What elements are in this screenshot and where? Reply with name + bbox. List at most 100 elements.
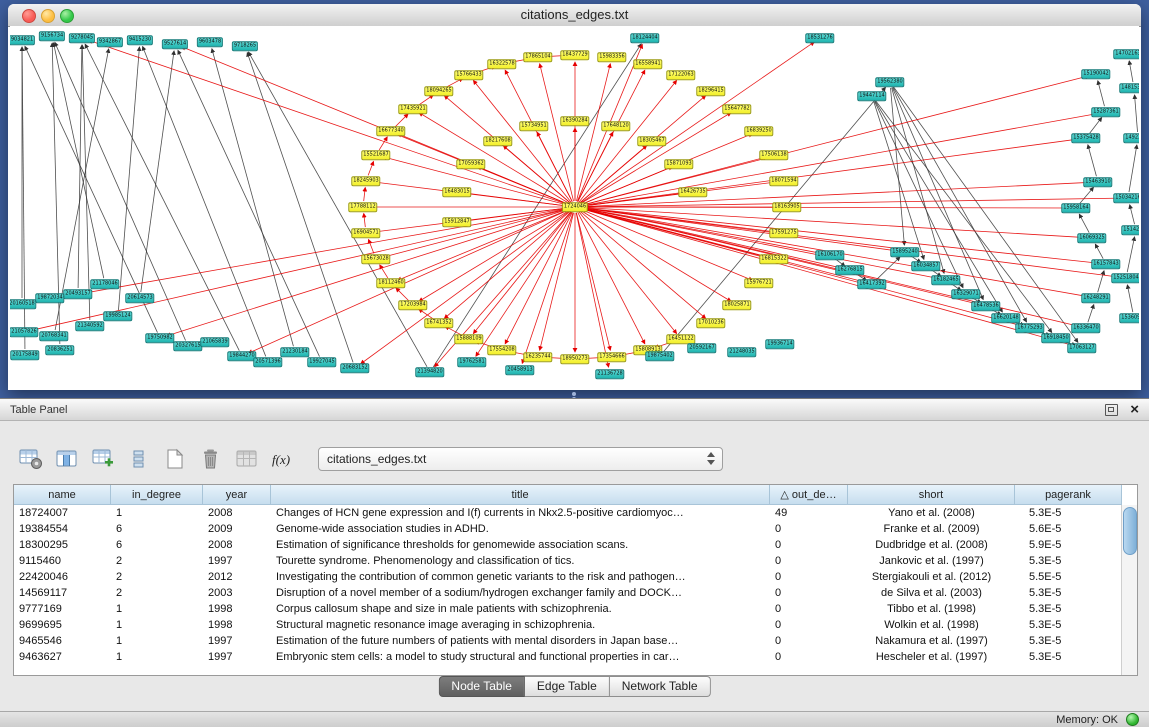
graph-node[interactable]: 17203984 xyxy=(398,300,427,310)
graph-node[interactable]: 16775293 xyxy=(1015,323,1044,333)
graph-node[interactable]: 16478536 xyxy=(971,301,1000,311)
graph-node[interactable]: 16322578 xyxy=(487,59,516,69)
graph-node[interactable]: 19985124 xyxy=(103,311,132,321)
graph-node[interactable]: 19562380 xyxy=(875,77,904,87)
graph-node[interactable]: 19875402 xyxy=(645,351,674,361)
graph-node[interactable]: 18950273 xyxy=(560,354,589,364)
column-header-short[interactable]: short xyxy=(848,485,1015,505)
table-scrollbar-thumb[interactable] xyxy=(1123,507,1137,555)
graph-node[interactable]: 17063127 xyxy=(1067,343,1096,353)
graph-node[interactable]: 19447114 xyxy=(857,91,886,101)
graph-node[interactable]: 16918450 xyxy=(1041,333,1070,343)
graph-node[interactable]: 15647782 xyxy=(722,104,751,114)
graph-node[interactable]: 18094265 xyxy=(424,86,453,96)
graph-node[interactable]: 18531276 xyxy=(805,33,834,43)
graph-node[interactable]: 16904571 xyxy=(351,228,380,238)
graph-node[interactable]: 20571396 xyxy=(253,357,282,367)
graph-node[interactable]: 15912847 xyxy=(442,217,471,227)
graph-node[interactable]: 20458913 xyxy=(505,365,534,375)
graph-node[interactable]: 15287361 xyxy=(1091,107,1120,117)
table-row[interactable]: 1872400712008Changes of HCN gene express… xyxy=(14,505,1137,521)
graph-node[interactable]: 16235744 xyxy=(523,352,552,362)
graph-node[interactable]: 16329071 xyxy=(951,289,980,299)
table-scrollbar[interactable] xyxy=(1121,505,1137,675)
graph-node[interactable]: 20160518 xyxy=(10,299,37,309)
graph-node[interactable]: 9603478 xyxy=(197,37,223,47)
table-row[interactable]: 1938455462009Genome-wide association stu… xyxy=(14,521,1137,537)
graph-node[interactable]: 9718265 xyxy=(232,41,258,51)
graph-node[interactable]: 16106170 xyxy=(815,250,844,260)
graph-node[interactable]: 21136728 xyxy=(595,369,624,379)
graph-node[interactable]: 9156734 xyxy=(39,31,65,41)
table-selector-dropdown[interactable]: citations_edges.txt xyxy=(318,447,723,471)
graph-node[interactable]: 19936714 xyxy=(765,339,794,349)
graph-node[interactable]: 9527614 xyxy=(162,39,188,49)
graph-node[interactable]: 21057826 xyxy=(10,327,39,337)
graph-node[interactable]: 20175849 xyxy=(10,350,39,360)
column-header-title[interactable]: title xyxy=(271,485,770,505)
graph-node[interactable]: 15673028 xyxy=(361,254,390,264)
graph-node[interactable]: 20683152 xyxy=(340,363,369,373)
graph-node[interactable]: 21394820 xyxy=(415,367,444,377)
graph-node[interactable]: 15034216 xyxy=(1113,193,1139,203)
graph-node[interactable]: 17554208 xyxy=(487,345,516,355)
graph-node[interactable]: 16390284 xyxy=(560,116,589,126)
graph-node[interactable]: 20493157 xyxy=(63,289,92,299)
graph-node[interactable]: 17122063 xyxy=(666,70,695,80)
graph-node[interactable]: 16276815 xyxy=(835,265,864,275)
network-canvas[interactable]: 1724046181639051759127516815322159767211… xyxy=(10,26,1139,388)
graph-node[interactable]: 21248035 xyxy=(727,347,756,357)
graph-node[interactable]: 21178046 xyxy=(90,279,119,289)
table-row[interactable]: 969969511998Structural magnetic resonanc… xyxy=(14,617,1137,633)
graph-node[interactable]: 16248291 xyxy=(1081,293,1110,303)
graph-node[interactable]: 15375428 xyxy=(1071,133,1100,143)
graph-node[interactable]: 9415230 xyxy=(127,35,153,45)
table-settings-icon[interactable] xyxy=(18,447,44,471)
graph-node[interactable]: 17506138 xyxy=(759,150,788,160)
graph-node[interactable]: 21340592 xyxy=(75,321,104,331)
table-row[interactable]: 1830029562008Estimation of significance … xyxy=(14,537,1137,553)
show-columns-icon[interactable] xyxy=(54,447,80,471)
graph-node[interactable]: 18163905 xyxy=(772,202,801,212)
graph-node[interactable]: 15463910 xyxy=(1083,177,1112,187)
graph-node[interactable]: 15734951 xyxy=(519,121,548,131)
graph-node[interactable]: 17059362 xyxy=(456,159,485,169)
graph-node[interactable]: 18296415 xyxy=(696,86,725,96)
graph-node[interactable]: 16677340 xyxy=(376,126,405,136)
splitter-grip[interactable] xyxy=(572,392,576,396)
tab-node-table[interactable]: Node Table xyxy=(438,676,525,697)
graph-node[interactable]: 17648120 xyxy=(601,121,630,131)
merge-table-icon[interactable] xyxy=(234,447,260,471)
graph-node[interactable]: 19872034 xyxy=(35,293,64,303)
column-header-year[interactable]: year xyxy=(203,485,271,505)
graph-node[interactable]: 17865104 xyxy=(523,52,552,62)
import-table-icon[interactable] xyxy=(90,447,116,471)
graph-node[interactable]: 16069325 xyxy=(1077,233,1106,243)
graph-node[interactable]: 20836251 xyxy=(45,345,74,355)
table-row[interactable]: 946362711997Embryonic stem cells: a mode… xyxy=(14,649,1137,665)
graph-node[interactable]: 16483015 xyxy=(442,187,471,197)
graph-node[interactable]: 20592167 xyxy=(687,343,716,353)
graph-node[interactable]: 18437729 xyxy=(560,50,589,60)
table-row[interactable]: 946554611997Estimation of the future num… xyxy=(14,633,1137,649)
graph-node[interactable]: 14702163 xyxy=(1113,49,1139,59)
graph-node[interactable]: 16839250 xyxy=(744,126,773,136)
column-header-pagerank[interactable]: pagerank xyxy=(1015,485,1122,505)
tab-edge-table[interactable]: Edge Table xyxy=(525,676,610,697)
graph-node[interactable]: 15958164 xyxy=(1061,203,1090,213)
graph-node[interactable]: 17591275 xyxy=(769,228,798,238)
tab-network-table[interactable]: Network Table xyxy=(610,676,711,697)
graph-node[interactable]: 20768341 xyxy=(39,331,68,341)
graph-node[interactable]: 15251804 xyxy=(1111,273,1139,283)
graph-node[interactable]: 16558941 xyxy=(633,59,662,69)
graph-node[interactable]: 15360942 xyxy=(1119,313,1139,323)
graph-node[interactable]: 18071594 xyxy=(769,176,798,186)
column-header-out_de[interactable]: △ out_de… xyxy=(770,485,848,505)
graph-node[interactable]: 16426735 xyxy=(678,187,707,197)
column-header-name[interactable]: name xyxy=(14,485,111,505)
table-row[interactable]: 1456911722003Disruption of a novel membe… xyxy=(14,585,1137,601)
graph-node[interactable]: 9034821 xyxy=(10,35,35,45)
graph-node[interactable]: 18112460 xyxy=(376,278,405,288)
graph-node[interactable]: 18025871 xyxy=(722,300,751,310)
graph-node[interactable]: 9342867 xyxy=(97,37,123,47)
